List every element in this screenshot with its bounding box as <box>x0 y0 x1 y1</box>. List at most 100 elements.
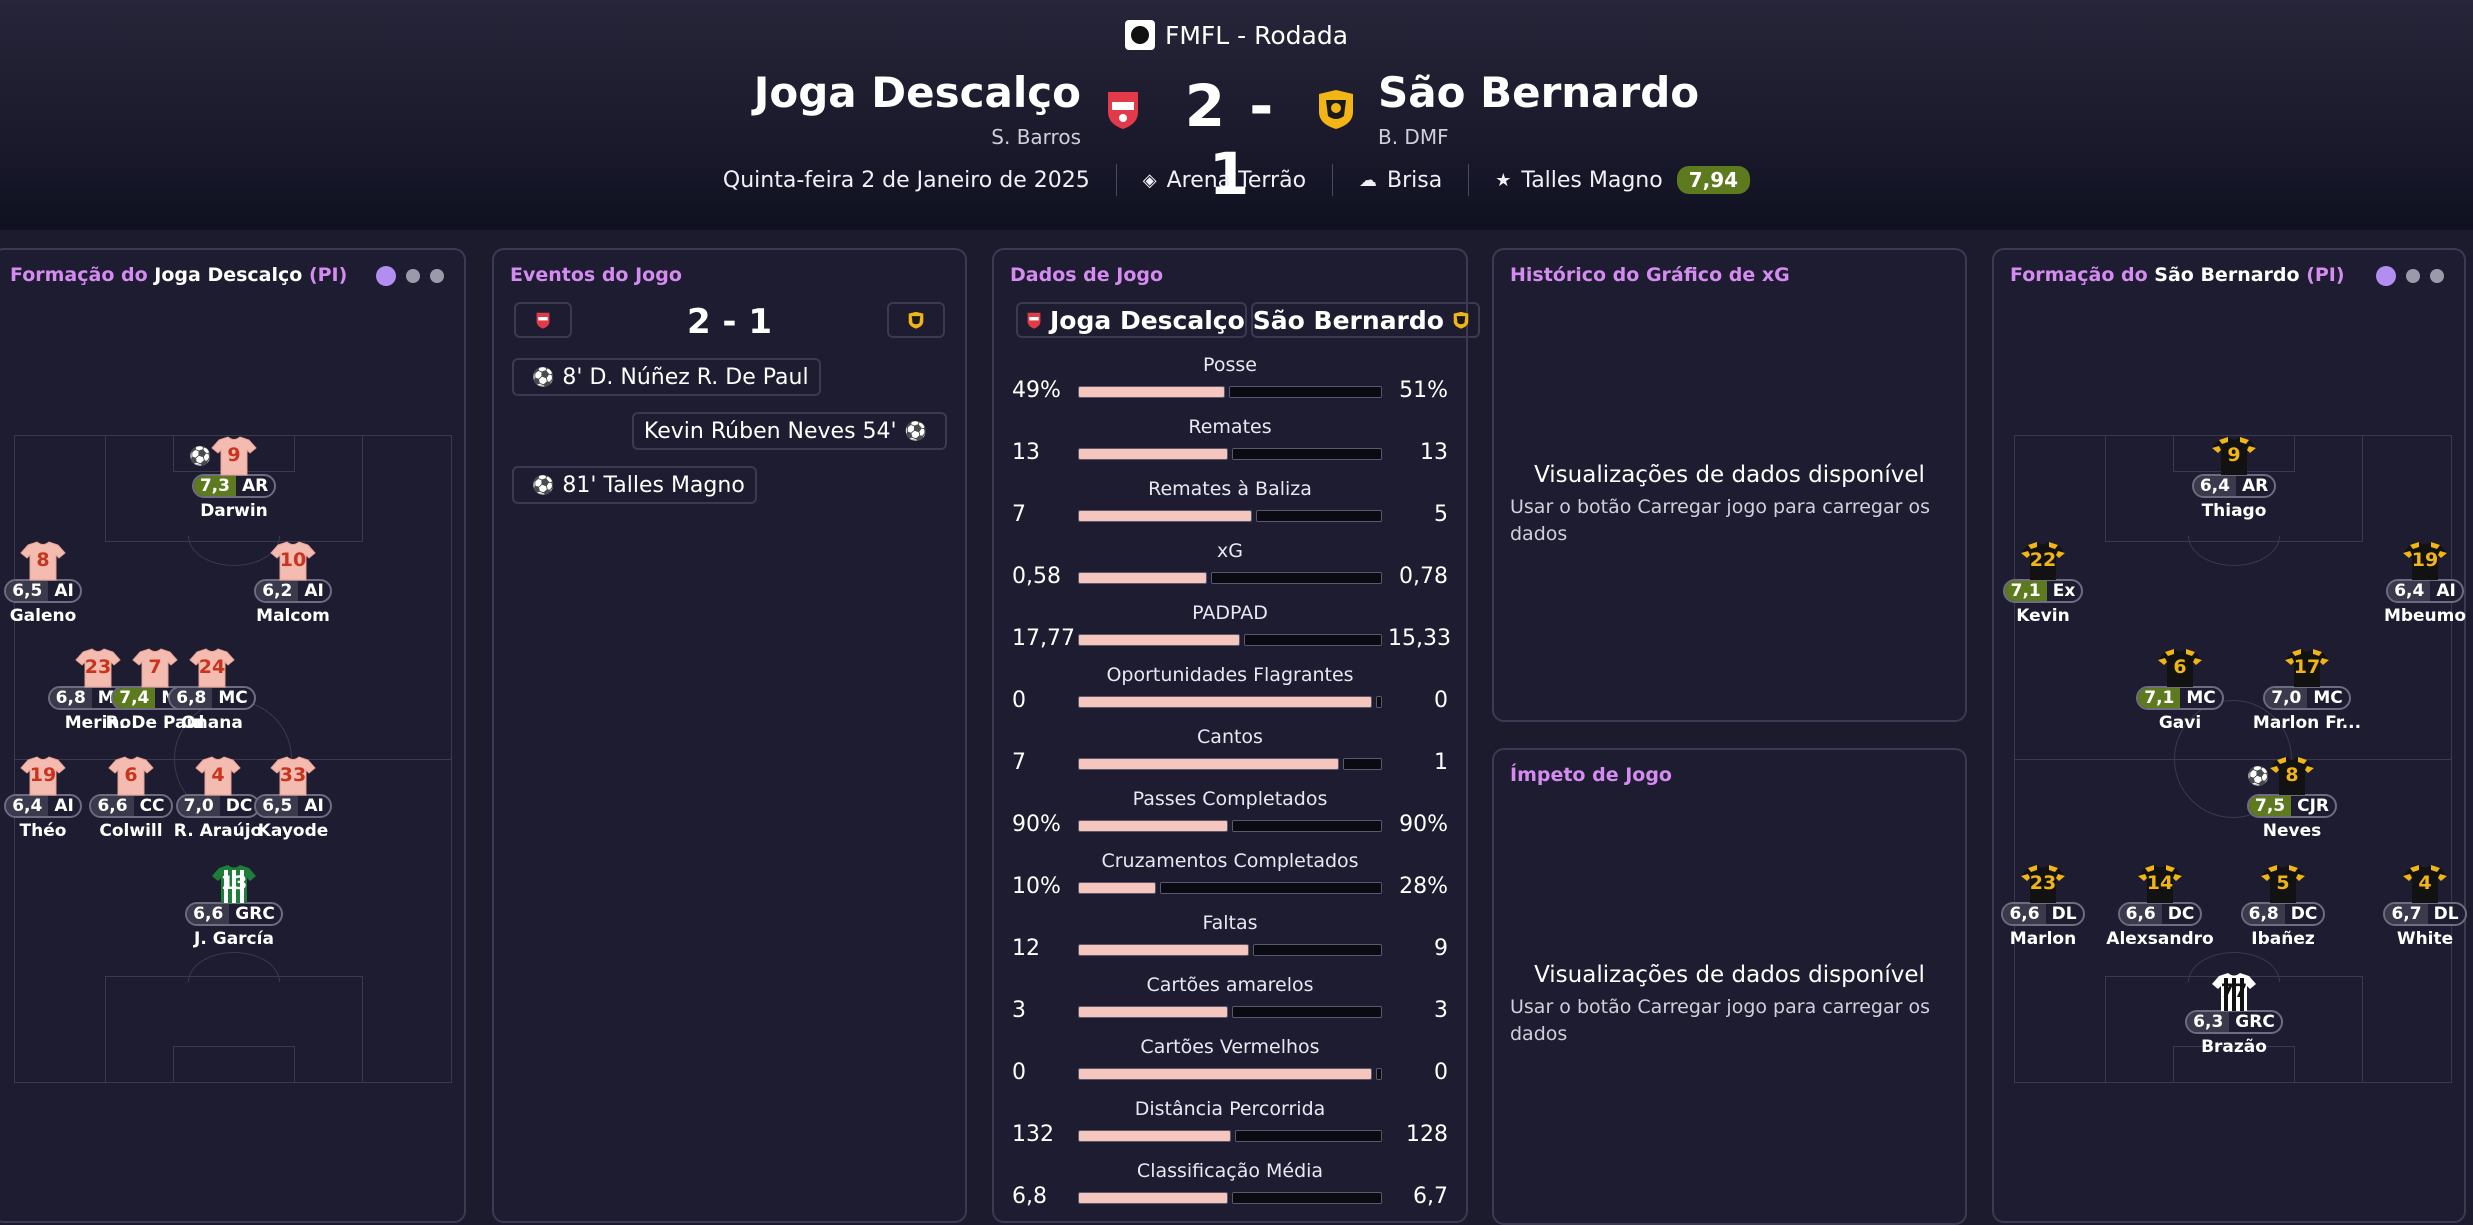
player-marker[interactable]: 8 ⚽ 7,5 CJR Neves <box>2232 756 2352 841</box>
player-marker[interactable]: 17 7,0 MC Marlon Fr... <box>2247 648 2367 733</box>
shirt-icon: 5 <box>2260 864 2306 904</box>
pager-dot[interactable] <box>2430 269 2444 283</box>
stat-bar <box>1078 572 1382 584</box>
goal-event[interactable]: ⚽ 81' Talles Magno <box>512 466 757 504</box>
goal-event[interactable]: Kevin Rúben Neves 54' ⚽ <box>631 412 947 450</box>
player-marker[interactable]: 77 6,3 GRC Brazão <box>2174 972 2294 1057</box>
stat-bar <box>1078 448 1382 460</box>
away-manager[interactable]: B. DMF <box>1378 125 1449 149</box>
stat-row: Distância Percorrida 132 128 <box>994 1098 1466 1160</box>
stat-bar-away <box>1256 510 1382 522</box>
player-name: J. García <box>194 929 274 949</box>
stat-away-value: 28% <box>1399 874 1448 899</box>
stat-row: Cruzamentos Completados 10% 28% <box>994 850 1466 912</box>
rating-value: 6,5 <box>256 796 299 816</box>
stat-bar-away <box>1232 448 1382 460</box>
panel-title: Histórico do Gráfico de xG <box>1510 264 1790 286</box>
player-position: AI <box>2436 581 2456 601</box>
stat-row: Passes Completados 90% 90% <box>994 788 1466 850</box>
player-marker[interactable]: 23 6,6 DL Marlon <box>1983 864 2103 949</box>
stat-row: Remates 13 13 <box>994 416 1466 478</box>
shirt-icon: 24 <box>189 648 235 688</box>
pager-dot[interactable] <box>2406 269 2420 283</box>
player-marker[interactable]: 5 6,8 DC Ibañez <box>2223 864 2343 949</box>
stat-away-value: 51% <box>1399 378 1448 403</box>
stat-label: Posse <box>1203 354 1257 376</box>
ball-icon: ⚽ <box>532 474 555 496</box>
stat-away-value: 128 <box>1406 1122 1448 1147</box>
player-position: Ex <box>2052 581 2076 601</box>
pager-dot[interactable] <box>406 269 420 283</box>
stat-bar-home <box>1078 1192 1228 1204</box>
player-rating: 6,2 AI <box>254 579 332 603</box>
player-marker[interactable]: 9 ⚽ 7,3 AR Darwin <box>174 436 294 521</box>
home-badge-icon <box>1108 92 1138 129</box>
rating-value: 6,8 <box>170 688 213 708</box>
ball-icon: ⚽ <box>904 420 927 442</box>
player-marker[interactable]: 33 6,5 AI Kayode <box>233 756 353 841</box>
home-manager[interactable]: S. Barros <box>991 125 1081 149</box>
panel-pager[interactable] <box>376 266 444 286</box>
no-data-hint: Usar o botão Carregar jogo para carregar… <box>1510 996 1930 1045</box>
player-marker[interactable]: 14 6,6 DC Alexsandro <box>2100 864 2220 949</box>
away-badge-icon <box>887 302 945 338</box>
stat-bar-home <box>1078 696 1372 708</box>
stat-label: Oportunidades Flagrantes <box>1106 664 1354 686</box>
panel-pager[interactable] <box>2376 266 2444 286</box>
ball-icon: ⚽ <box>2247 766 2270 787</box>
player-name: Ibañez <box>2251 929 2315 949</box>
stat-away-value: 15,33 <box>1388 626 1451 651</box>
divider <box>1115 164 1117 196</box>
stat-away-value: 0 <box>1434 688 1448 713</box>
shirt-icon: 22 <box>2020 541 2066 581</box>
stat-home-value: 132 <box>1012 1122 1054 1147</box>
pager-dot-active[interactable] <box>2376 266 2396 286</box>
shirt-number: 6 <box>124 764 138 786</box>
player-rating: 7,1 MC <box>2136 686 2224 710</box>
rating-value: 7,4 <box>113 688 156 708</box>
ball-icon: ⚽ <box>189 446 212 467</box>
shirt-icon: 4 <box>2402 864 2448 904</box>
player-position: AI <box>304 581 324 601</box>
player-marker[interactable]: 4 6,7 DL White <box>2365 864 2473 949</box>
player-marker[interactable]: 13 6,6 GRC J. García <box>174 864 294 949</box>
shirt-number: 9 <box>2227 444 2241 466</box>
tab-away-team[interactable]: São Bernardo <box>1250 302 1480 338</box>
player-marker[interactable]: 19 6,4 AI Mbeumo <box>2365 541 2473 626</box>
away-team-name[interactable]: São Bernardo <box>1378 68 1699 117</box>
player-marker[interactable]: 8 6,5 AI Galeno <box>0 541 103 626</box>
stat-bar-away <box>1376 696 1382 708</box>
stat-away-value: 9 <box>1434 936 1448 961</box>
stat-label: Distância Percorrida <box>1134 1098 1326 1120</box>
divider <box>1332 164 1334 196</box>
tab-home-team[interactable]: Joga Descalço <box>1016 302 1247 338</box>
player-position: MC <box>218 688 248 708</box>
player-rating: 6,5 AI <box>254 794 332 818</box>
home-team-name[interactable]: Joga Descalço <box>754 68 1081 117</box>
referee-name[interactable]: Talles Magno <box>1521 168 1662 193</box>
stat-bar-home <box>1078 634 1240 646</box>
player-rating: 6,4 AR <box>2191 474 2277 498</box>
goal-event[interactable]: ⚽ 8' D. Núñez R. De Paul <box>512 358 821 396</box>
player-marker[interactable]: 10 6,2 AI Malcom <box>233 541 353 626</box>
player-marker[interactable]: 6 7,1 MC Gavi <box>2120 648 2240 733</box>
player-rating: 6,4 AI <box>2386 579 2464 603</box>
player-position: DC <box>2167 904 2195 924</box>
player-marker[interactable]: 24 6,8 MC Onana <box>152 648 272 733</box>
player-marker[interactable]: 9 6,4 AR Thiago <box>2174 436 2294 521</box>
player-name: Brazão <box>2201 1037 2267 1057</box>
shirt-number: 22 <box>2029 549 2057 571</box>
stat-bar-away <box>1232 820 1382 832</box>
stadium-name[interactable]: Arena Terrão <box>1167 168 1306 193</box>
player-position: MC <box>2313 688 2343 708</box>
shirt-icon: 19 <box>20 756 66 796</box>
player-name: Marlon <box>2009 929 2077 949</box>
shirt-icon: 14 <box>2137 864 2183 904</box>
pager-dot[interactable] <box>430 269 444 283</box>
stat-row: Cantos 7 1 <box>994 726 1466 788</box>
player-marker[interactable]: 22 7,1 Ex Kevin <box>1983 541 2103 626</box>
pager-dot-active[interactable] <box>376 266 396 286</box>
shirt-number: 77 <box>2220 980 2248 1002</box>
stat-away-value: 3 <box>1434 998 1448 1023</box>
player-rating: 6,8 MC <box>168 686 256 710</box>
